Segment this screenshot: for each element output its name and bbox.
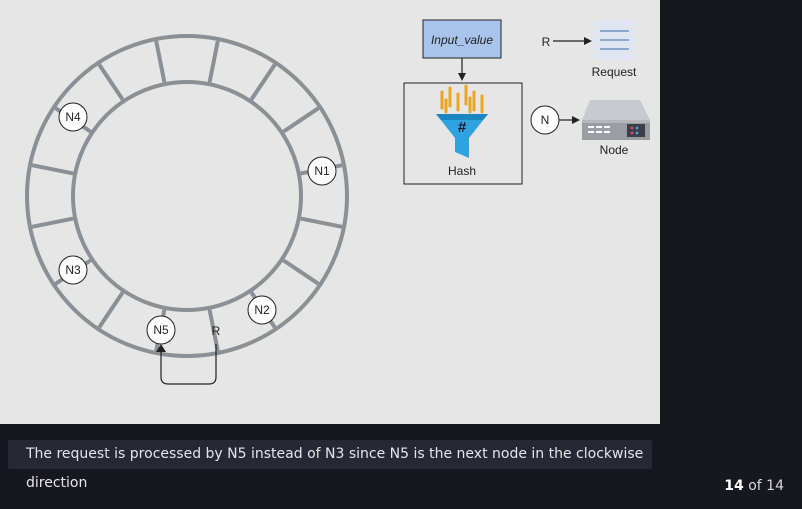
consistent-hashing-diagram: N4 N1 N3 N2 N5 R Input_value # Hash R Re… [25,19,650,385]
legend-node-label: Node [600,143,629,157]
hash-ring [25,34,349,358]
ring-segment-divider [31,163,74,176]
request-route-arrow [160,344,217,385]
node-n3: N3 [58,255,88,285]
request-marker: R [212,324,221,338]
ring-segment-divider [300,216,343,229]
legend-node-key: N [530,105,560,135]
svg-text:N4: N4 [65,110,81,124]
svg-text:N3: N3 [65,263,81,277]
svg-text:N5: N5 [153,323,169,337]
svg-text:Input_value: Input_value [431,33,493,47]
ring-segment-divider [154,40,167,83]
input-value-box: Input_value [422,19,502,59]
svg-text:N: N [541,113,550,127]
ring-segment-divider [207,40,220,83]
node-n4: N4 [58,102,88,132]
slide-pager: 14 of 14 [724,478,784,494]
ring-segment-divider [97,63,125,101]
ring-segment-divider [31,216,74,229]
node-n5: N5 [146,315,176,345]
ring-segment-divider [97,291,125,329]
svg-text:#: # [458,119,467,136]
diagram-canvas: N4 N1 N3 N2 N5 R Input_value # Hash R Re… [0,0,660,424]
server-icon [582,100,650,140]
svg-text:N1: N1 [314,164,330,178]
legend-request-key: R [542,35,551,49]
svg-text:N2: N2 [254,303,270,317]
ring-segment-divider [249,63,277,101]
document-lines-icon [594,20,635,60]
pager-total: 14 [766,478,784,494]
node-n2: N2 [247,295,277,325]
node-n1: N1 [307,156,337,186]
input-arrowhead [458,73,466,81]
slide-caption: The request is processed by N5 instead o… [8,440,652,491]
svg-text:Hash: Hash [448,164,476,178]
pager-current: 14 [724,478,744,494]
legend-request-label: Request [592,65,637,79]
hash-box: # Hash [403,82,523,185]
ring-segment-divider [282,258,320,286]
ring-segment-divider [282,106,320,134]
pager-of: of [748,478,762,494]
